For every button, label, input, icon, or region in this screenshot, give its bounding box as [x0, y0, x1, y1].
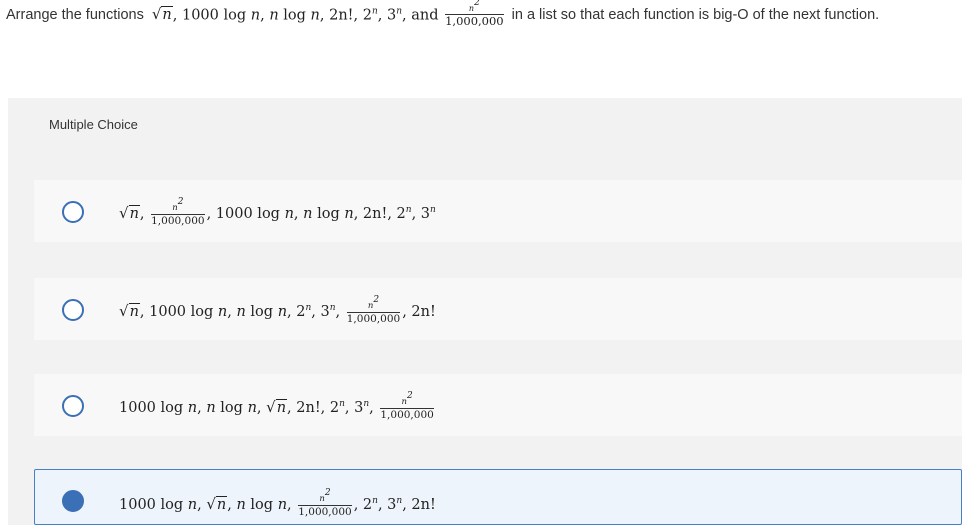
question-text: Arrange the functions √n, 1000 log n, n …	[6, 0, 962, 30]
radio-button-b[interactable]	[62, 299, 84, 321]
choice-d-text: 1000 log n, √n, n log n, n2 1,000,000, 2n…	[119, 488, 436, 518]
choice-option-d[interactable]: 1000 log n, √n, n log n, n2 1,000,000, 2n…	[34, 469, 962, 525]
multiple-choice-panel: Multiple Choice √n, n2 1,000,000, 1000 lo…	[8, 98, 962, 525]
choice-option-c[interactable]: 1000 log n, n log n, √n, 2n!, 2n, 3n, n2…	[34, 374, 962, 436]
fraction-n2-over-million: n2 1,000,000	[445, 0, 504, 28]
radio-button-d-selected[interactable]	[62, 490, 84, 512]
choice-option-a[interactable]: √n, n2 1,000,000, 1000 log n, n log n, 2n…	[34, 180, 962, 242]
choice-c-text: 1000 log n, n log n, √n, 2n!, 2n, 3n, n2…	[119, 391, 434, 421]
radio-button-c[interactable]	[62, 395, 84, 417]
radio-button-a[interactable]	[62, 201, 84, 223]
sqrt-n: √n	[151, 5, 173, 23]
choice-b-text: √n, 1000 log n, n log n, 2n, 3n, n2 1,000…	[119, 295, 436, 325]
choice-option-b[interactable]: √n, 1000 log n, n log n, 2n, 3n, n2 1,000…	[34, 278, 962, 340]
question-prefix: Arrange the functions	[6, 7, 144, 23]
question-function-list: √n, 1000 log n, n log n, 2n!, 2n, 3n, an…	[151, 0, 504, 28]
choice-a-text: √n, n2 1,000,000, 1000 log n, n log n, 2n…	[119, 197, 436, 227]
question-suffix: in a list so that each function is big-O…	[511, 7, 880, 23]
multiple-choice-label: Multiple Choice	[49, 117, 138, 132]
